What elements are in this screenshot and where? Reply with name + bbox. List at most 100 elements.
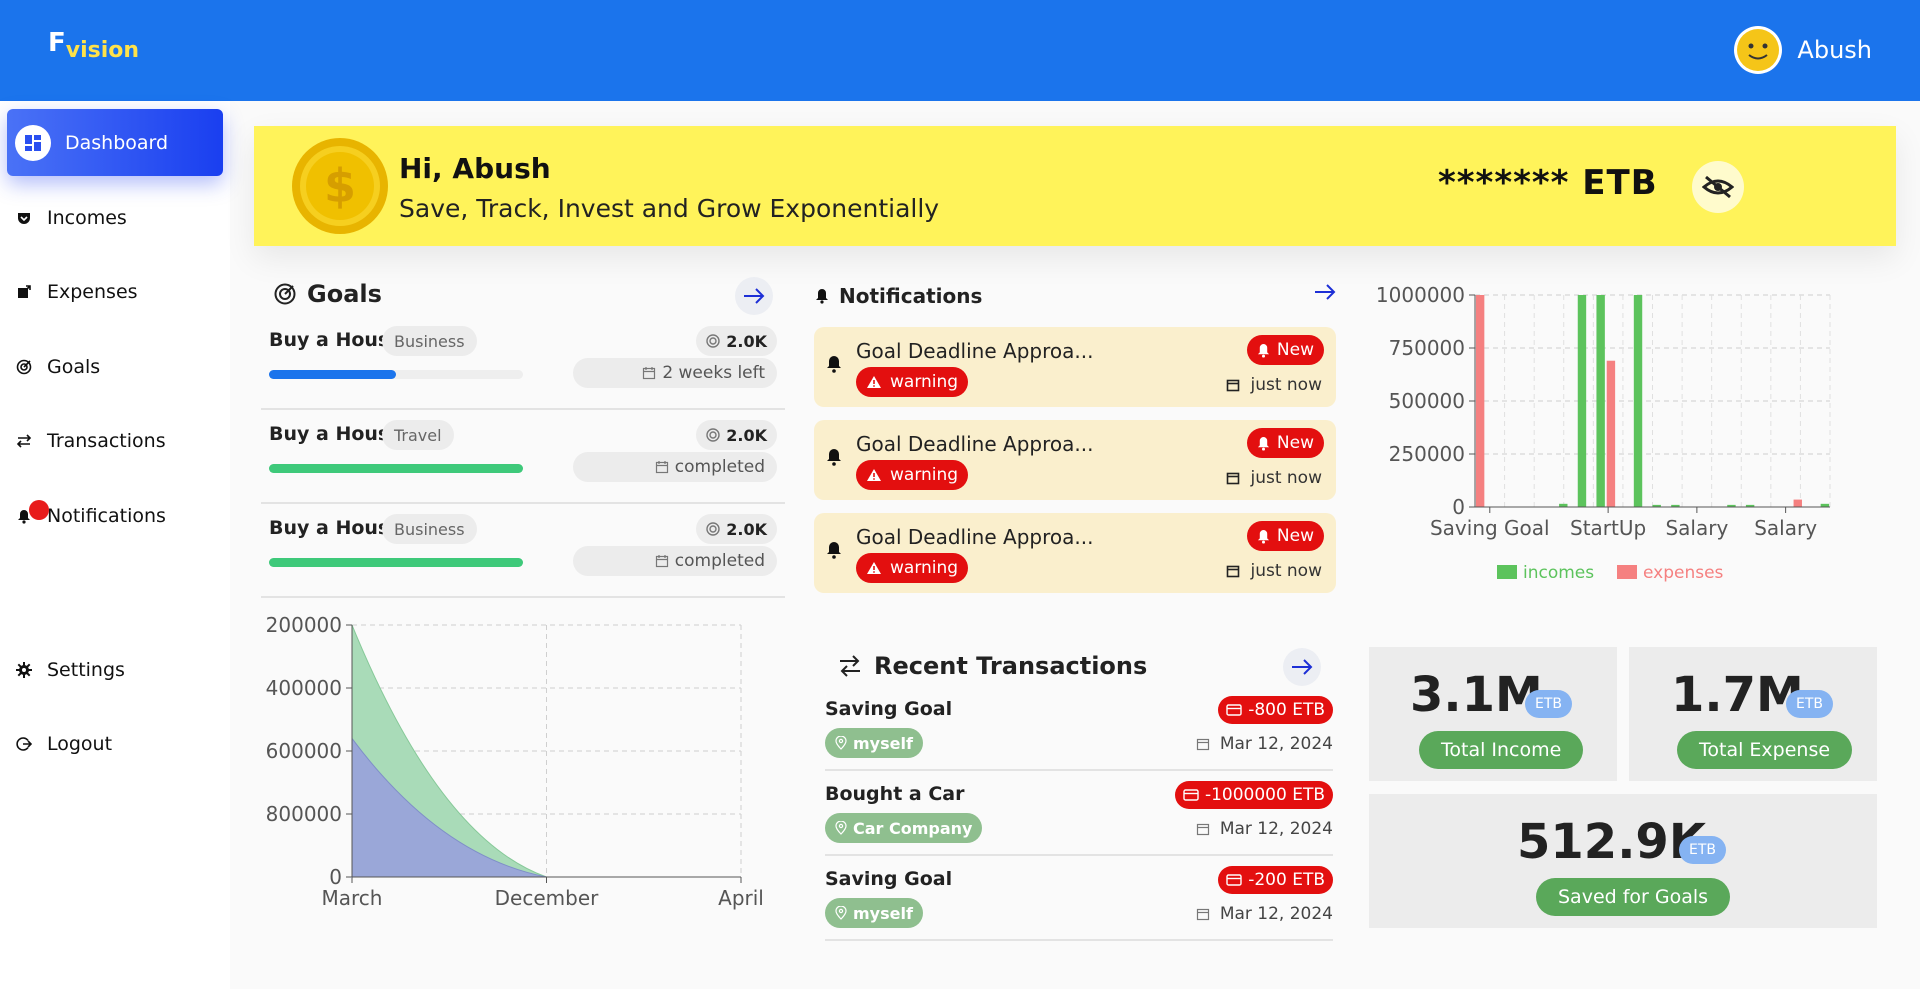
warning-badge: warning — [856, 367, 969, 397]
transaction-row[interactable]: Bought a Car Car Company -1000000 ETB Ma… — [825, 771, 1333, 856]
warning-badge: warning — [856, 460, 969, 490]
arrow-right-icon — [744, 288, 765, 304]
goal-status: completed — [674, 551, 765, 571]
welcome-banner: $ Hi, Abush Save, Track, Invest and Grow… — [254, 126, 1896, 246]
transaction-party: myself — [825, 728, 923, 758]
bar-expenses — [1606, 360, 1616, 507]
goal-deadline: 2 weeks left — [573, 358, 777, 388]
saved-for-goals-label: Saved for Goals — [1536, 878, 1731, 916]
sidebar-item-incomes[interactable]: Incomes — [7, 184, 223, 251]
sidebar-item-notifications[interactable]: Notifications — [7, 482, 223, 549]
sidebar-item-goals[interactable]: Goals — [7, 333, 223, 400]
user-name: Abush — [1797, 36, 1872, 64]
svg-text:$: $ — [324, 159, 356, 213]
eye-off-icon — [1702, 175, 1734, 199]
user-menu[interactable]: Abush — [1733, 25, 1872, 75]
top-bar: Fvision Abush — [0, 0, 1920, 101]
transaction-date-label: Mar 12, 2024 — [1219, 734, 1333, 754]
notification-badge — [29, 500, 49, 520]
card-icon — [1183, 789, 1199, 801]
transaction-row[interactable]: Saving Goal myself -200 ETB Mar 12, 2024 — [825, 856, 1333, 941]
currency-badge: ETB — [1525, 690, 1573, 718]
goal-item[interactable]: Buy a Hous Business 2.0K completed — [261, 504, 785, 598]
sidebar-item-settings[interactable]: Settings — [7, 636, 223, 703]
calendar-icon — [1227, 379, 1240, 392]
total-income-label: Total Income — [1419, 731, 1584, 769]
x-tick-label: Saving Goal — [1430, 516, 1550, 540]
notification-item[interactable]: Goal Deadline Approa... warning New just… — [814, 327, 1336, 407]
bar-incomes — [1596, 295, 1605, 507]
bar-expenses — [1793, 499, 1802, 507]
legend-label-expenses: expenses — [1643, 563, 1724, 583]
warning-icon — [867, 562, 881, 574]
target-icon — [706, 522, 720, 536]
transaction-amount: -1000000 ETB — [1174, 781, 1333, 809]
notifications-view-all-button[interactable] — [1306, 273, 1344, 311]
sidebar-item-label: Notifications — [47, 504, 166, 527]
new-badge: New — [1246, 521, 1324, 551]
goal-item[interactable]: Buy a Hous Travel 2.0K completed — [261, 410, 785, 504]
sidebar-item-logout[interactable]: Logout — [7, 710, 223, 777]
sidebar-item-transactions[interactable]: Transactions — [7, 407, 223, 474]
sidebar: Dashboard Incomes Expenses Goals Transac… — [0, 101, 230, 989]
goals-view-all-button[interactable] — [735, 277, 773, 315]
goal-item[interactable]: Buy a Hous Business 2.0K 2 weeks left — [261, 316, 785, 410]
toggle-balance-button[interactable] — [1692, 161, 1744, 213]
notifications-title: Notifications — [839, 284, 983, 308]
sidebar-item-dashboard[interactable]: Dashboard — [7, 109, 223, 176]
pocket-icon — [13, 210, 35, 226]
card-icon — [1226, 874, 1242, 886]
coin-icon: $ — [292, 138, 388, 234]
sidebar-item-label: Transactions — [47, 429, 166, 452]
legend-swatch-expenses — [1617, 565, 1637, 579]
goal-progress-fill — [269, 558, 523, 567]
y-tick-label: 800000 — [266, 802, 342, 826]
bar-incomes — [1633, 295, 1643, 507]
export-icon — [13, 284, 35, 300]
location-icon — [835, 906, 847, 920]
location-icon — [835, 736, 847, 750]
notification-text: Goal Deadline Approa... — [856, 339, 1094, 363]
notifications-header: Notifications — [815, 284, 982, 308]
x-tick-label: Salary — [1665, 516, 1728, 540]
bar-incomes — [1577, 295, 1587, 507]
logout-icon — [13, 736, 35, 752]
x-tick-label: March — [322, 886, 383, 910]
x-tick-label: Salary — [1754, 516, 1817, 540]
bell-icon — [1257, 343, 1269, 358]
transaction-date-label: Mar 12, 2024 — [1219, 819, 1333, 839]
x-tick-label: April — [718, 886, 764, 910]
transactions-view-all-button[interactable] — [1283, 648, 1321, 686]
location-icon — [835, 821, 847, 835]
sidebar-item-label: Logout — [47, 732, 113, 755]
notification-item[interactable]: Goal Deadline Approa... warning New just… — [814, 420, 1336, 500]
x-tick-label: StartUp — [1570, 516, 1646, 540]
new-label: New — [1276, 340, 1314, 360]
target-icon — [13, 359, 35, 375]
goal-amount: 2.0K — [696, 326, 777, 356]
sidebar-item-label: Settings — [47, 658, 125, 681]
sidebar-item-label: Expenses — [47, 280, 138, 303]
notification-item[interactable]: Goal Deadline Approa... warning New just… — [814, 513, 1336, 593]
x-tick-label: December — [495, 886, 599, 910]
logo-text: vision — [65, 38, 140, 63]
transaction-party: Car Company — [825, 813, 983, 843]
transaction-amount: -800 ETB — [1218, 696, 1333, 724]
target-icon — [706, 334, 720, 348]
goal-progress-fill — [269, 464, 523, 473]
bell-icon — [1257, 436, 1269, 451]
dashboard-icon — [15, 124, 51, 161]
app-logo[interactable]: Fvision — [48, 28, 140, 64]
logo-letter: F — [48, 28, 66, 58]
new-label: New — [1276, 526, 1314, 546]
notification-time-label: just now — [1250, 375, 1322, 395]
bell-icon — [827, 449, 841, 466]
currency-badge: ETB — [1786, 690, 1834, 718]
goal-progress-bar — [269, 558, 523, 567]
transaction-row[interactable]: Saving Goal myself -800 ETB Mar 12, 2024 — [825, 686, 1333, 771]
goal-status: 2 weeks left — [662, 363, 765, 383]
bell-icon — [1257, 529, 1269, 544]
warning-label: warning — [890, 465, 959, 485]
goal-amount-value: 2.0K — [726, 519, 767, 539]
sidebar-item-expenses[interactable]: Expenses — [7, 258, 223, 325]
